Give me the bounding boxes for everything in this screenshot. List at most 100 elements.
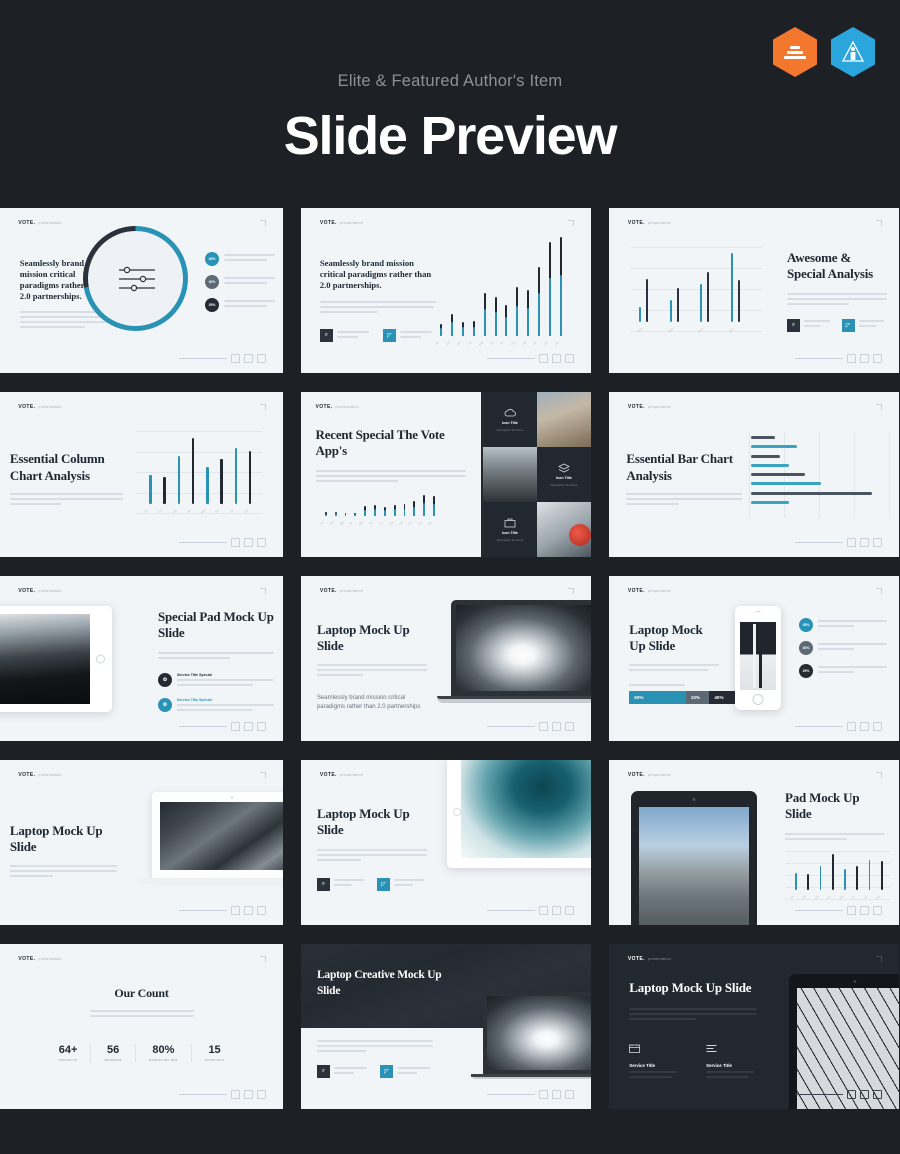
service-item: Service Title [706,1040,757,1081]
percentage-badge: 30% [205,275,219,289]
stat-label: APPROVED [205,1058,224,1062]
list-item: 45% [799,618,887,632]
slide-footer [179,1090,266,1099]
sliders-icon [117,265,157,293]
grouped-bar-chart: 2014201520162017 [631,248,763,332]
slide-thumbnail[interactable]: VOTE. presentation Laptop Mock Up Slide … [301,760,591,925]
slide-logo: VOTE. presentation [320,220,363,226]
slide-footer [795,538,882,547]
slide-thumbnail[interactable]: VOTE. presentation Laptop Mock Up Slide … [609,576,899,741]
slide-thumbnail[interactable]: VOTE. presentation Pad Mock Up Slide Jan… [609,760,899,925]
page-title: Slide Preview [0,105,900,167]
slide-logo: VOTE. presentation [18,220,61,226]
tile-title: Icon Title [502,421,518,425]
slide-footer [179,722,266,731]
slide-title: Essential Column Chart Analysis [10,451,123,484]
chart-icon: ◸ [377,878,390,891]
stat-label: MEMBERS [104,1058,121,1062]
tile-desc: Description Text Here [551,483,578,487]
home-button[interactable] [753,694,764,705]
tablet-mockup [631,791,757,925]
slide-title: Pad Mock Up Slide [785,790,885,823]
laptop-screen-photo [456,605,591,691]
corner-mark [876,220,882,226]
slide-tagline: Seamlessly brand mission critical paradi… [317,694,427,713]
layers-icon [558,463,570,473]
laptop-screen-photo [487,996,591,1070]
percent-segment: 50% [629,691,686,704]
legend-chip: ◸ [380,1065,433,1078]
service-item: Service Title [629,1040,680,1081]
list-item: 30% [799,641,887,655]
slide-thumbnail[interactable]: VOTE. presentation Laptop Mock Up Slide … [609,944,899,1109]
search-icon: ⌕ [317,1065,330,1078]
percentage-bar: 50% 10% 40% [629,691,747,704]
elite-person-icon [840,39,866,65]
slide-title: Laptop Mock Up Slide [317,622,427,655]
slide-thumbnail[interactable]: VOTE. presentation Our Count 64+ PROJECT… [0,944,283,1109]
stat-label: MARKETING WIN [149,1058,178,1062]
slide-footer [179,906,266,915]
slide-footer [795,722,882,731]
percentage-badge: 45% [205,252,219,266]
slide-logo: VOTE. presentation [316,404,359,410]
tile-title: Icon Title [502,531,518,535]
search-icon: ⌕ [320,329,333,342]
slide-logo: VOTE. presentation [18,772,61,778]
stat-number: 64+ [59,1044,78,1056]
slide-logo: VOTE. presentation [320,588,363,594]
elite-author-badge[interactable] [831,27,875,77]
percentage-badge: 25% [799,664,813,678]
tablet-screen-photo [0,614,90,704]
slide-title: Laptop Mock Up Slide [10,823,118,856]
percent-segment: 10% [686,691,710,704]
chart-icon: ◸ [383,329,396,342]
search-icon: ⌕ [317,878,330,891]
stat-number: 15 [205,1044,224,1056]
briefcase-icon [504,518,516,528]
service-title: Service Title Special [177,698,274,702]
list-item: 25% [205,298,275,312]
corner-mark [876,772,882,778]
percentage-badge: 45% [799,618,813,632]
icon-tile: Icon Title Description Text Here [537,447,591,502]
slide-logo: VOTE. presentation [320,772,363,778]
tile-desc: Description Text Here [497,428,524,432]
gear-icon: ⚙ [158,698,172,712]
slide-thumbnail[interactable]: VOTE. presentation Essential Column Char… [0,392,283,557]
slide-footer [487,906,574,915]
home-button[interactable] [453,808,461,816]
slide-thumbnail[interactable]: VOTE. presentation Seamlessly brand miss… [301,208,591,373]
slide-thumbnail[interactable]: VOTE. presentation Recent Special The Vo… [301,392,591,557]
home-button[interactable] [96,655,105,664]
slide-thumbnail[interactable]: VOTE. presentation Essential Bar Chart A… [609,392,899,557]
featured-author-badge[interactable] [773,27,817,77]
slide-thumbnail[interactable]: VOTE. presentation Laptop Mock Up Slide … [301,576,591,741]
calendar-icon [629,1044,640,1053]
service-title: Service Title Special [177,673,274,677]
stat-number: 80% [149,1044,178,1056]
slide-logo: VOTE. presentation [18,588,61,594]
percentage-badge: 30% [799,641,813,655]
tile-desc: Description Text Here [497,538,524,542]
slide-thumbnail[interactable]: VOTE. presentation Seamlessly brand miss… [0,208,283,373]
slide-thumbnail[interactable]: VOTE. presentation 2014201520162017 Awes… [609,208,899,373]
slide-thumbnail[interactable]: Laptop Creative Mock Up Slide ⌕ ◸ [301,944,591,1109]
cloud-icon [504,408,516,418]
slide-title: Laptop Mock Up Slide [317,806,427,839]
slide-logo: VOTE. presentation [18,404,61,410]
chart-icon: ◸ [380,1065,393,1078]
laptop-mockup [469,992,591,1084]
icon-tile: Icon Title Description Text Here [483,502,537,557]
slide-footer [487,1090,574,1099]
service-row: Service Title Service Title [629,1040,757,1081]
tablet-screen-photo [461,760,591,858]
slide-thumbnail[interactable]: VOTE. presentation Laptop Mock Up Slide [0,760,283,925]
growth-bar-chart: JanFebMarAprMayJunJulAugSepOctNovDec [429,234,571,346]
stat-number: 56 [104,1044,121,1056]
slide-logo: VOTE. presentation [18,956,61,962]
slide-title: Laptop Mock Up Slide [629,980,757,996]
slide-footer [795,1090,882,1099]
slide-thumbnail[interactable]: VOTE. presentation Special Pad Mock Up S… [0,576,283,741]
lock-icon: ⚙ [158,673,172,687]
